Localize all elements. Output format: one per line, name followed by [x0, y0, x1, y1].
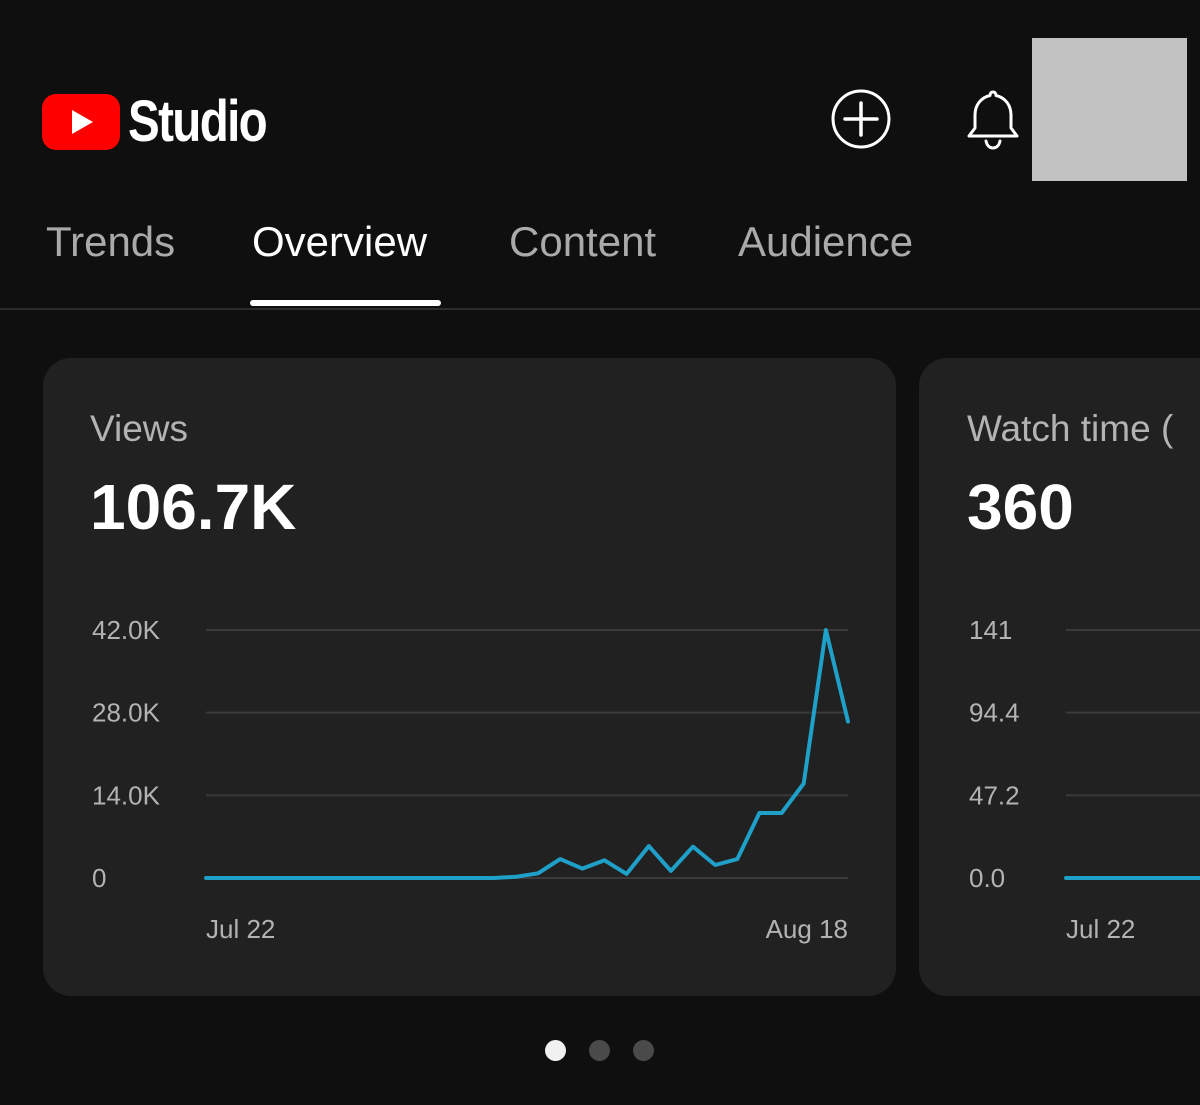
tab-audience[interactable]: Audience	[738, 218, 913, 266]
studio-logo[interactable]: Studio	[42, 88, 296, 155]
y-tick-label: 14.0K	[92, 780, 161, 810]
notifications-button[interactable]	[962, 86, 1024, 152]
page-dot[interactable]	[633, 1040, 654, 1061]
watch-time-card[interactable]: Watch time ( 360 141 94.4 47.2 0.0 Jul 22	[919, 358, 1200, 996]
plus-circle-icon	[831, 89, 891, 149]
y-tick-label: 47.2	[969, 780, 1020, 810]
y-tick-label: 0	[92, 863, 106, 893]
create-button[interactable]	[830, 88, 892, 150]
y-tick-label: 28.0K	[92, 698, 161, 728]
active-tab-indicator	[250, 300, 441, 306]
x-tick-label: Aug 18	[766, 914, 848, 944]
avatar[interactable]	[1032, 38, 1187, 181]
views-chart: 42.0K 28.0K 14.0K 0 Jul 22 Aug 18	[92, 615, 850, 944]
x-tick-label: Jul 22	[206, 914, 275, 944]
y-tick-label: 0.0	[969, 863, 1005, 893]
youtube-play-icon	[42, 93, 120, 150]
tab-overview[interactable]: Overview	[252, 218, 427, 266]
app-header: Studio	[0, 0, 1200, 200]
watch-time-chart: 141 94.4 47.2 0.0 Jul 22	[969, 615, 1200, 944]
y-tick-label: 94.4	[969, 698, 1020, 728]
y-tick-label: 42.0K	[92, 615, 161, 645]
carousel-pagination	[545, 1040, 655, 1062]
bell-icon	[967, 90, 1019, 150]
tab-trends[interactable]: Trends	[46, 218, 175, 266]
tab-bar: Trends Overview Content Audience	[0, 208, 1200, 310]
y-tick-label: 141	[969, 615, 1012, 645]
brand-label: Studio	[128, 89, 268, 154]
page-dot[interactable]	[589, 1040, 610, 1061]
series-line	[204, 628, 850, 880]
page-dot[interactable]	[545, 1040, 566, 1061]
tab-content[interactable]: Content	[509, 218, 656, 266]
x-tick-label: Jul 22	[1066, 914, 1135, 944]
views-card[interactable]: Views 106.7K 42.0K 28.0K 14.0K 0 Jul 22 Aug 1…	[43, 358, 896, 996]
